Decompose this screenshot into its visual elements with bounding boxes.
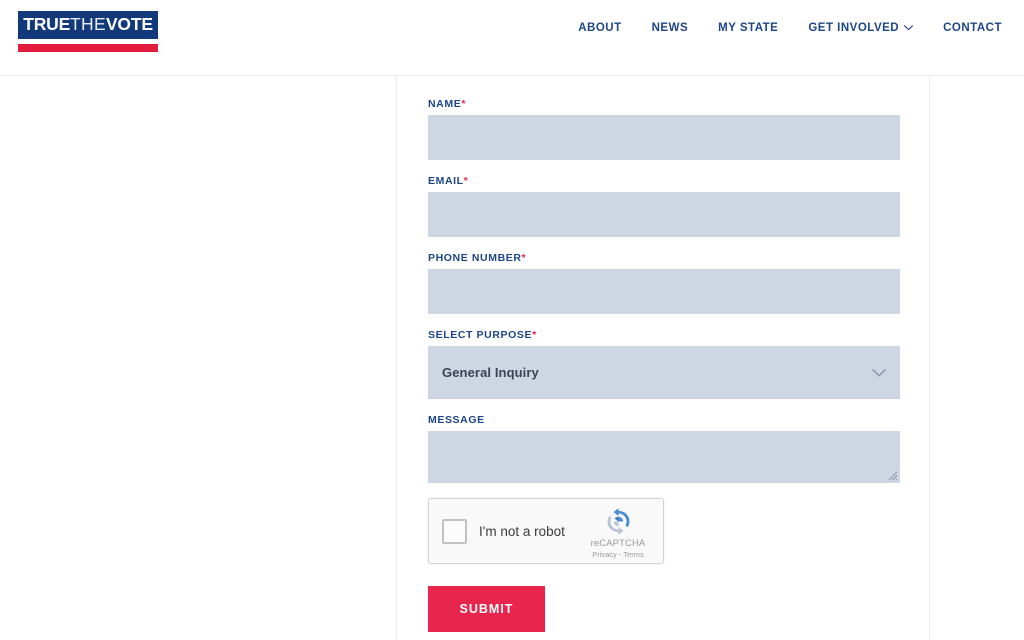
nav-item-get-involved[interactable]: GET INVOLVED <box>808 22 914 34</box>
recaptcha-label: I'm not a robot <box>479 523 565 539</box>
main-navigation: ABOUT NEWS MY STATE GET INVOLVED CONTACT <box>578 22 1002 34</box>
field-email-label-text: EMAIL <box>428 175 464 187</box>
site-header: TRUE THE VOTE ABOUT NEWS MY STATE GET INVO… <box>0 0 1024 76</box>
field-message-label: MESSAGE <box>428 414 898 426</box>
logo-red-bar <box>18 43 158 52</box>
recaptcha-brand-name: reCAPTCHA <box>590 538 646 549</box>
nav-item-news-label: NEWS <box>651 22 689 34</box>
field-phone-label-text: PHONE NUMBER <box>428 252 522 264</box>
site-logo[interactable]: TRUE THE VOTE <box>18 11 158 52</box>
phone-input[interactable] <box>428 269 900 314</box>
logo-word-vote: VOTE <box>105 14 153 34</box>
purpose-select-wrapper: General Inquiry <box>428 346 900 399</box>
nav-item-my-state-label: MY STATE <box>718 22 779 34</box>
recaptcha-logo-icon <box>582 507 654 537</box>
field-name: NAME* <box>428 98 900 160</box>
recaptcha-terms-link[interactable]: Terms <box>623 550 643 559</box>
logo-box: TRUE THE VOTE <box>18 11 158 39</box>
right-column-empty <box>930 76 1024 640</box>
purpose-select-value: General Inquiry <box>442 365 539 380</box>
recaptcha-widget[interactable]: I'm not a robot reCAPTCHA Privacy - Term… <box>428 498 664 564</box>
nav-item-news[interactable]: NEWS <box>652 22 689 34</box>
required-asterisk: * <box>521 252 527 264</box>
nav-item-about-label: ABOUT <box>578 22 622 34</box>
logo-word-true: TRUE <box>23 14 71 34</box>
field-name-label: NAME* <box>428 98 898 110</box>
nav-item-contact[interactable]: CONTACT <box>943 22 1002 34</box>
nav-item-my-state[interactable]: MY STATE <box>718 22 778 34</box>
field-phone: PHONE NUMBER* <box>428 252 900 314</box>
field-purpose-label: SELECT PURPOSE* <box>428 329 898 341</box>
contact-form-column: NAME* EMAIL* PHONE NUMBER* SELECT PURPOS… <box>396 76 930 640</box>
field-message: MESSAGE <box>428 414 900 483</box>
left-column-empty <box>0 76 396 640</box>
field-phone-label: PHONE NUMBER* <box>428 252 898 264</box>
recaptcha-privacy-link[interactable]: Privacy <box>592 550 617 559</box>
field-name-label-text: NAME <box>428 98 462 110</box>
nav-item-get-involved-label: GET INVOLVED <box>808 22 900 34</box>
field-purpose-label-text: SELECT PURPOSE <box>428 329 533 341</box>
submit-button[interactable]: SUBMIT <box>428 586 545 632</box>
message-textarea-wrapper <box>428 431 900 483</box>
page-body: NAME* EMAIL* PHONE NUMBER* SELECT PURPOS… <box>0 76 1024 640</box>
nav-item-about[interactable]: ABOUT <box>578 22 621 34</box>
field-purpose: SELECT PURPOSE* General Inquiry <box>428 329 900 399</box>
email-input[interactable] <box>428 192 900 237</box>
required-asterisk: * <box>532 329 537 341</box>
message-textarea[interactable] <box>428 431 900 483</box>
purpose-select[interactable]: General Inquiry <box>428 346 900 399</box>
required-asterisk: * <box>461 98 467 110</box>
recaptcha-branding: reCAPTCHA Privacy - Terms <box>582 507 654 559</box>
name-input[interactable] <box>428 115 900 160</box>
field-email-label: EMAIL* <box>428 175 898 187</box>
logo-word-the: THE <box>70 14 106 34</box>
field-message-label-text: MESSAGE <box>428 414 485 426</box>
nav-item-contact-label: CONTACT <box>943 22 1002 34</box>
chevron-down-icon <box>904 25 914 31</box>
recaptcha-legal-links: Privacy - Terms <box>582 550 654 559</box>
field-email: EMAIL* <box>428 175 900 237</box>
recaptcha-checkbox[interactable] <box>442 518 467 544</box>
required-asterisk: * <box>463 175 469 187</box>
